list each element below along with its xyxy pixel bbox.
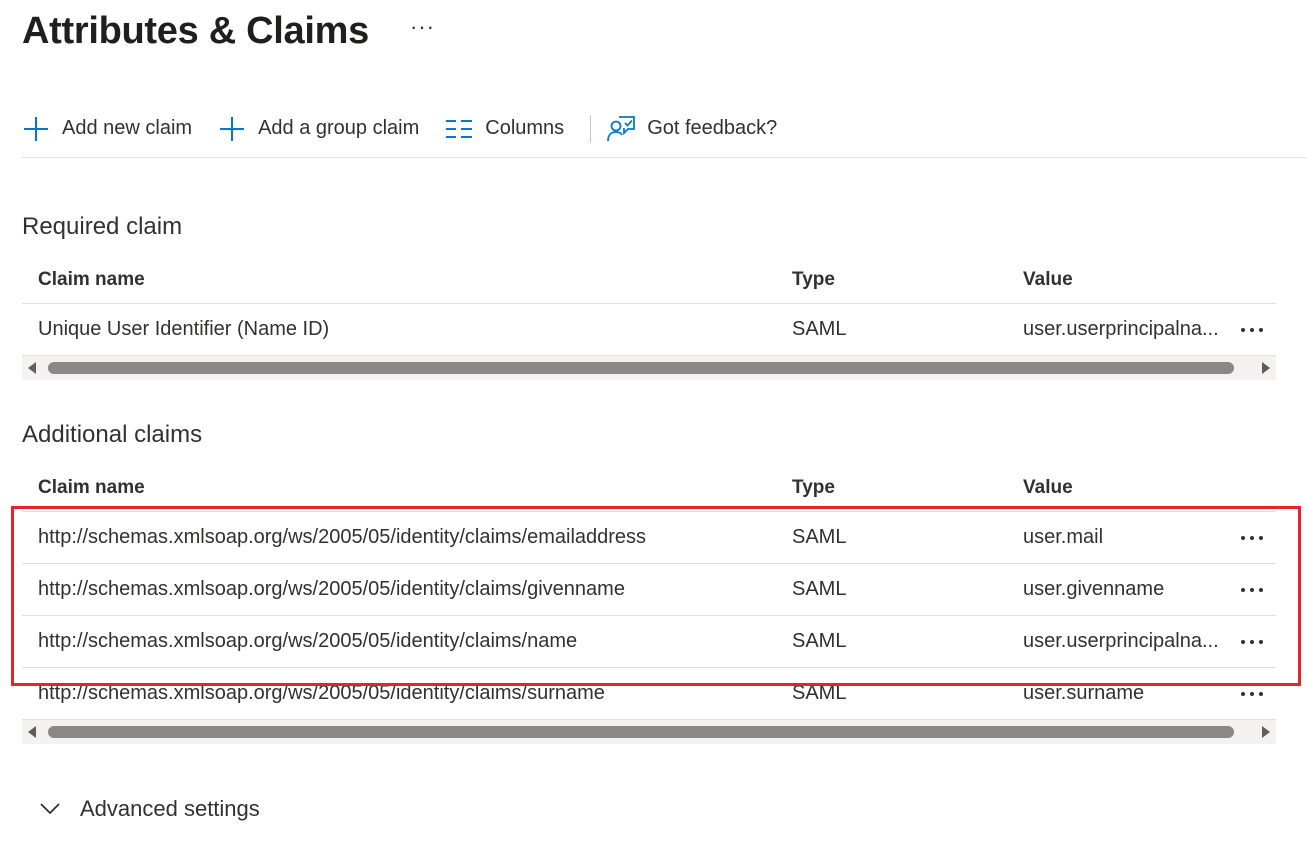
feedback-label: Got feedback? (647, 117, 778, 139)
additional-claims-grid: Claim name Type Value http://schemas.xml… (22, 464, 1276, 744)
claim-type-cell: SAML (792, 578, 847, 600)
page-title: Attributes & Claims (22, 10, 369, 52)
grid-header: Claim name Type Value (22, 464, 1276, 512)
horizontal-scrollbar[interactable] (22, 356, 1276, 380)
table-row[interactable]: Unique User Identifier (Name ID) SAML us… (22, 304, 1276, 356)
claim-name-cell: http://schemas.xmlsoap.org/ws/2005/05/id… (38, 682, 605, 704)
scroll-right-icon[interactable] (1262, 726, 1270, 738)
add-group-claim-button[interactable]: Add a group claim (208, 109, 419, 149)
claim-type-cell: SAML (792, 526, 847, 548)
row-more-button[interactable] (1228, 535, 1276, 540)
advanced-settings-toggle[interactable]: Advanced settings (38, 796, 260, 822)
command-bar: Add new claim Add a group claim Columns … (22, 100, 1306, 158)
claim-value-cell: user.givenname (1023, 578, 1165, 600)
scrollbar-thumb[interactable] (48, 362, 1234, 374)
table-row[interactable]: http://schemas.xmlsoap.org/ws/2005/05/id… (22, 512, 1276, 564)
toolbar-divider (590, 114, 592, 143)
column-header-claim-name[interactable]: Claim name (22, 269, 792, 291)
more-icon (1241, 691, 1263, 696)
row-more-button[interactable] (1228, 691, 1276, 696)
column-header-value[interactable]: Value (1023, 477, 1228, 499)
additional-claims-heading: Additional claims (22, 421, 203, 448)
claim-type-cell: SAML (792, 682, 847, 704)
claim-value-cell: user.surname (1023, 682, 1145, 704)
required-claim-heading: Required claim (22, 213, 183, 240)
row-more-button[interactable] (1228, 587, 1276, 592)
columns-label: Columns (485, 117, 565, 139)
advanced-settings-label: Advanced settings (80, 796, 260, 821)
column-header-type[interactable]: Type (792, 477, 1023, 499)
scrollbar-thumb[interactable] (48, 726, 1234, 738)
row-more-button[interactable] (1228, 327, 1276, 332)
grid-header: Claim name Type Value (22, 256, 1276, 304)
column-header-type[interactable]: Type (792, 269, 1023, 291)
more-icon (1241, 639, 1263, 644)
feedback-button[interactable]: Got feedback? (597, 109, 777, 149)
table-row[interactable]: http://schemas.xmlsoap.org/ws/2005/05/id… (22, 616, 1276, 668)
claim-name-cell: http://schemas.xmlsoap.org/ws/2005/05/id… (38, 630, 578, 652)
column-header-value[interactable]: Value (1023, 269, 1228, 291)
more-icon (1241, 587, 1263, 592)
more-icon (1241, 535, 1263, 540)
claim-type-cell: SAML (792, 630, 847, 652)
plus-icon (22, 115, 50, 143)
scroll-right-icon[interactable] (1262, 362, 1270, 374)
table-row[interactable]: http://schemas.xmlsoap.org/ws/2005/05/id… (22, 668, 1276, 720)
more-icon (1241, 327, 1263, 332)
chevron-down-icon (38, 797, 62, 821)
plus-icon (218, 115, 246, 143)
columns-icon (445, 115, 473, 143)
row-more-button[interactable] (1228, 639, 1276, 644)
claim-name-cell: http://schemas.xmlsoap.org/ws/2005/05/id… (38, 526, 647, 548)
column-header-claim-name[interactable]: Claim name (22, 477, 792, 499)
add-group-claim-label: Add a group claim (258, 117, 420, 139)
claim-value-cell: user.userprincipalna... (1023, 630, 1219, 652)
claim-name-cell: Unique User Identifier (Name ID) (38, 318, 330, 340)
claim-value-cell: user.mail (1023, 526, 1104, 548)
claim-value-cell: user.userprincipalna... (1023, 318, 1219, 340)
claim-type-cell: SAML (792, 318, 847, 340)
columns-button[interactable]: Columns (435, 109, 564, 149)
add-new-claim-label: Add new claim (62, 117, 193, 139)
scroll-left-icon[interactable] (28, 362, 36, 374)
scroll-left-icon[interactable] (28, 726, 36, 738)
table-row[interactable]: http://schemas.xmlsoap.org/ws/2005/05/id… (22, 564, 1276, 616)
more-actions-button[interactable]: ··· (410, 14, 435, 40)
feedback-icon (607, 115, 636, 143)
horizontal-scrollbar[interactable] (22, 720, 1276, 744)
required-claim-grid: Claim name Type Value Unique User Identi… (22, 256, 1276, 380)
claim-name-cell: http://schemas.xmlsoap.org/ws/2005/05/id… (38, 578, 625, 600)
add-new-claim-button[interactable]: Add new claim (12, 109, 192, 149)
